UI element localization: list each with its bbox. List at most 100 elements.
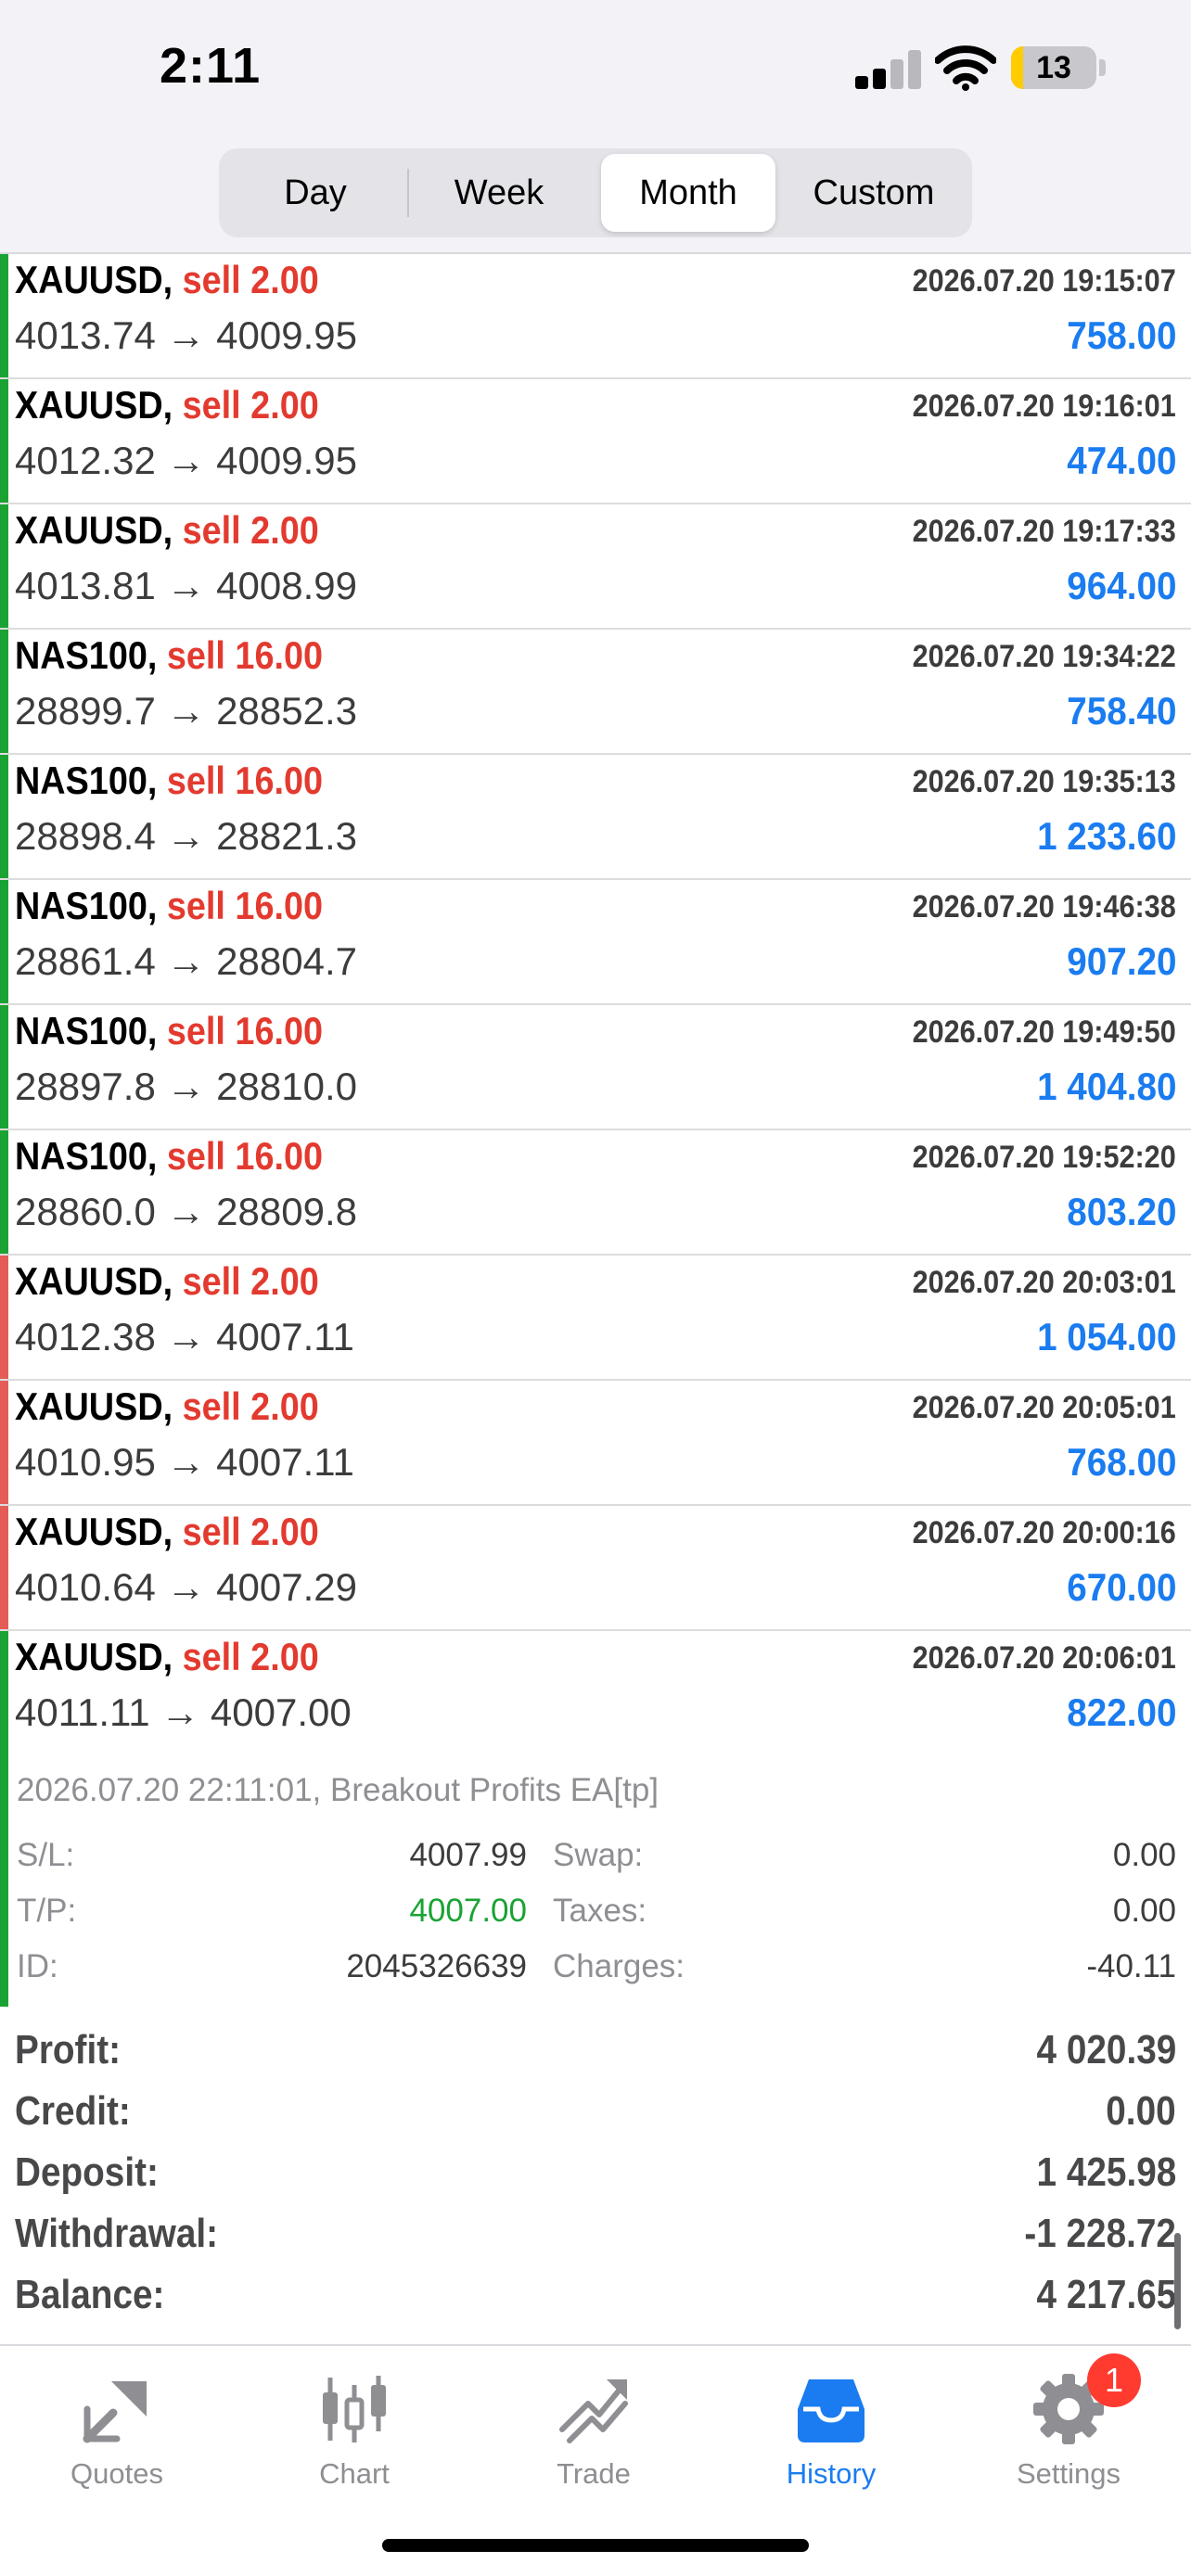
- deal-symbol: NAS100, sell 16.00: [15, 633, 324, 677]
- deal-prices: 4010.64 → 4007.29: [15, 1565, 357, 1609]
- deal-profit: 670.00: [1066, 1565, 1176, 1609]
- home-indicator[interactable]: [382, 2539, 809, 2552]
- tab-quotes[interactable]: Quotes: [33, 2365, 200, 2504]
- deal-row[interactable]: NAS100, sell 16.00 2026.07.20 19:52:20 288…: [0, 1130, 1191, 1256]
- deal-action: sell 2.00: [182, 383, 319, 427]
- tp-value: 4007.00: [409, 1893, 527, 1929]
- deal-row[interactable]: XAUUSD, sell 2.00 2026.07.20 20:00:16 4010…: [0, 1506, 1191, 1631]
- deal-time: 2026.07.20 20:05:01: [912, 1390, 1176, 1425]
- id-label: ID:: [17, 1948, 58, 1984]
- deal-symbol: XAUUSD, sell 2.00: [15, 1259, 319, 1303]
- deal-profit: 768.00: [1066, 1440, 1176, 1484]
- deal-close-comment: 2026.07.20 22:11:01, Breakout Profits EA…: [17, 1772, 660, 1808]
- deal-action: sell 16.00: [166, 884, 324, 927]
- tab-history[interactable]: History: [748, 2365, 915, 2504]
- segment-day[interactable]: Day: [224, 154, 406, 232]
- deal-status-bar: [0, 254, 8, 377]
- segment-custom[interactable]: Custom: [781, 154, 967, 232]
- deal-symbol: NAS100, sell 16.00: [15, 1134, 324, 1178]
- sl-value: 4007.99: [409, 1837, 527, 1873]
- tab-label: Settings: [1016, 2457, 1121, 2490]
- tab-label: Chart: [319, 2457, 390, 2490]
- deal-symbol: XAUUSD, sell 2.00: [15, 1510, 319, 1553]
- deal-row[interactable]: XAUUSD, sell 2.00 2026.07.20 19:16:01 4012…: [0, 379, 1191, 504]
- segment-month[interactable]: Month: [601, 154, 775, 232]
- period-bar: Day Week Month Custom: [0, 139, 1191, 254]
- deal-profit: 964.00: [1066, 564, 1176, 607]
- deal-time: 2026.07.20 20:06:01: [912, 1640, 1176, 1676]
- history-summary: Profit: 4 020.39 Credit: 0.00 Deposit: 1…: [0, 2007, 1191, 2344]
- deal-prices: 28860.0 → 28809.8: [15, 1190, 357, 1233]
- tab-label: Quotes: [70, 2457, 163, 2490]
- swap-value: 0.00: [1112, 1837, 1176, 1873]
- deal-prices: 4012.32 → 4009.95: [15, 439, 357, 482]
- summary-label: Balance:: [15, 2272, 165, 2317]
- summary-label: Profit:: [15, 2027, 121, 2072]
- deal-status-bar: [0, 504, 8, 628]
- deal-symbol: NAS100, sell 16.00: [15, 1009, 324, 1052]
- settings-badge: 1: [1087, 2353, 1141, 2407]
- summary-value: 0.00: [1106, 2088, 1176, 2134]
- deal-symbol: XAUUSD, sell 2.00: [15, 1635, 319, 1678]
- deal-action: sell 16.00: [166, 633, 324, 677]
- deal-profit: 1 054.00: [1036, 1315, 1176, 1358]
- deal-row[interactable]: NAS100, sell 16.00 2026.07.20 19:49:50 288…: [0, 1005, 1191, 1130]
- deal-row[interactable]: XAUUSD, sell 2.00 2026.07.20 19:17:33 4013…: [0, 504, 1191, 630]
- history-icon: [798, 2379, 864, 2442]
- period-segmented-control: Day Week Month Custom: [219, 148, 972, 237]
- deal-symbol: NAS100, sell 16.00: [15, 759, 324, 802]
- summary-withdrawal: Withdrawal: -1 228.72: [15, 2211, 1176, 2272]
- deal-row-expanded[interactable]: XAUUSD, sell 2.00 2026.07.20 20:06:01 40…: [0, 1631, 1191, 2013]
- deal-row[interactable]: NAS100, sell 16.00 2026.07.20 19:46:38 288…: [0, 880, 1191, 1005]
- deal-prices: 4010.95 → 4007.11: [15, 1440, 354, 1484]
- summary-balance: Balance: 4 217.65: [15, 2272, 1176, 2333]
- deal-action: sell 2.00: [182, 258, 319, 301]
- summary-label: Withdrawal:: [15, 2211, 219, 2256]
- deal-row[interactable]: XAUUSD, sell 2.00 2026.07.20 20:03:01 4012…: [0, 1256, 1191, 1381]
- deal-symbol: XAUUSD, sell 2.00: [15, 508, 319, 552]
- deal-time: 2026.07.20 20:03:01: [912, 1265, 1176, 1300]
- deal-status-bar: [0, 630, 8, 753]
- summary-value: 1 425.98: [1036, 2149, 1176, 2195]
- segment-week[interactable]: Week: [408, 154, 590, 232]
- deal-action: sell 16.00: [166, 1134, 324, 1178]
- deal-status-bar: [0, 1256, 8, 1379]
- deal-prices: 4011.11 → 4007.00: [15, 1690, 352, 1734]
- battery-tip: [1099, 59, 1106, 76]
- deal-row[interactable]: NAS100, sell 16.00 2026.07.20 19:35:13 288…: [0, 755, 1191, 880]
- deal-action: sell 16.00: [166, 759, 324, 802]
- deal-status-bar: [0, 1381, 8, 1504]
- deal-row[interactable]: XAUUSD, sell 2.00 2026.07.20 20:05:01 4010…: [0, 1381, 1191, 1506]
- deal-status-bar: [0, 755, 8, 878]
- deal-list: XAUUSD, sell 2.00 2026.07.20 19:15:07 4013…: [0, 254, 1191, 2013]
- deal-time: 2026.07.20 19:34:22: [912, 639, 1176, 674]
- deal-action: sell 2.00: [182, 1384, 319, 1428]
- deal-profit: 1 404.80: [1036, 1065, 1176, 1108]
- summary-deposit: Deposit: 1 425.98: [15, 2149, 1176, 2211]
- tab-chart[interactable]: Chart: [271, 2365, 438, 2504]
- tab-trade[interactable]: Trade: [510, 2365, 677, 2504]
- deal-row[interactable]: NAS100, sell 16.00 2026.07.20 19:34:22 288…: [0, 630, 1191, 755]
- deal-status-bar: [0, 1506, 8, 1629]
- deal-status-bar: [0, 880, 8, 1003]
- deal-profit: 474.00: [1066, 439, 1176, 482]
- deal-profit: 758.40: [1066, 689, 1176, 733]
- deal-action: sell 2.00: [182, 1259, 319, 1303]
- summary-label: Credit:: [15, 2088, 131, 2134]
- status-bar: 2:11 13: [0, 0, 1191, 139]
- deal-symbol: NAS100, sell 16.00: [15, 884, 324, 927]
- chart-icon: [323, 2376, 386, 2442]
- deal-action: sell 2.00: [182, 1510, 319, 1553]
- deal-row[interactable]: XAUUSD, sell 2.00 2026.07.20 19:15:07 4013…: [0, 254, 1191, 379]
- deal-time: 2026.07.20 19:52:20: [912, 1140, 1176, 1175]
- deal-time: 2026.07.20 19:16:01: [912, 389, 1176, 424]
- summary-profit: Profit: 4 020.39: [15, 2027, 1176, 2088]
- deal-symbol: XAUUSD, sell 2.00: [15, 383, 319, 427]
- status-time: 2:11: [160, 38, 262, 94]
- deal-action: sell 2.00: [182, 1635, 319, 1678]
- deal-profit: 803.20: [1066, 1190, 1176, 1233]
- deal-prices: 28861.4 → 28804.7: [15, 939, 357, 983]
- deal-prices: 28897.8 → 28810.0: [15, 1065, 357, 1108]
- scroll-indicator[interactable]: [1174, 2233, 1181, 2329]
- id-value: 2045326639: [346, 1948, 527, 1984]
